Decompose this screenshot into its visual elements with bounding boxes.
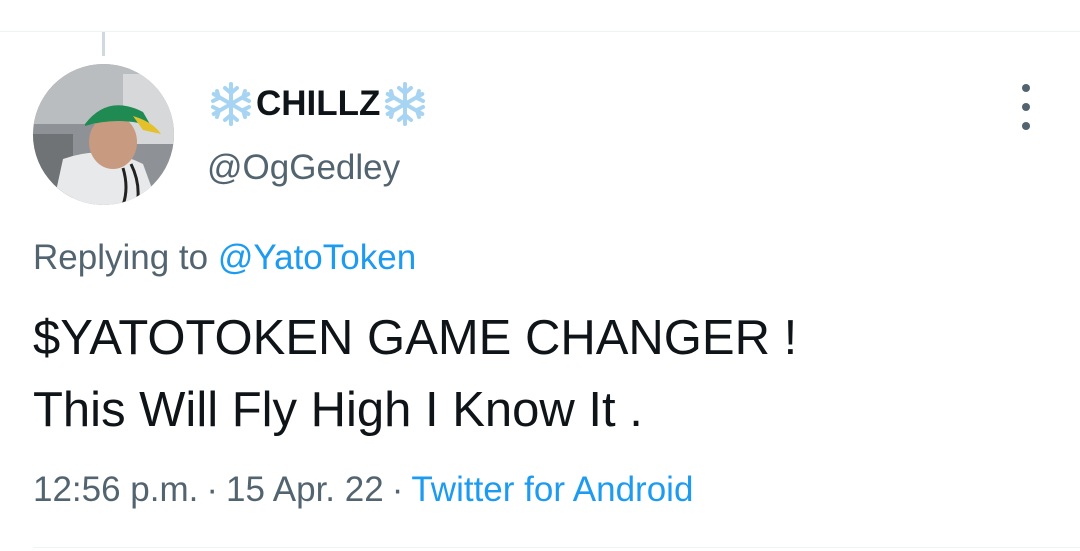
author-display-name[interactable]: CHILLZ (207, 80, 429, 128)
tweet-source-link[interactable]: Twitter for Android (411, 470, 693, 509)
snowflake-icon (381, 80, 429, 128)
meta-separator: · (391, 470, 404, 509)
tweet-text: $YATOTOKEN GAME CHANGER ! This Will Fly … (33, 311, 798, 437)
replying-to-label: Replying to (33, 238, 209, 277)
meta-separator: · (206, 470, 219, 509)
avatar-image (33, 64, 174, 205)
more-vertical-icon (1022, 84, 1030, 92)
reply-mention-link[interactable]: @YatoToken (218, 238, 416, 277)
replying-to: Replying to @YatoToken (33, 236, 416, 280)
bottom-divider (33, 547, 1080, 548)
more-vertical-icon-dot (1022, 122, 1030, 130)
tweet-date[interactable]: 15 Apr. 22 (226, 470, 384, 509)
tweet-time[interactable]: 12:56 p.m. (33, 470, 198, 509)
author-handle[interactable]: @OgGedley (207, 146, 400, 190)
author-name-text: CHILLZ (256, 84, 381, 123)
more-vertical-icon-dot (1022, 103, 1030, 111)
top-divider (0, 31, 1080, 32)
avatar[interactable] (33, 64, 174, 205)
snowflake-icon (207, 80, 255, 128)
more-options-button[interactable] (1008, 84, 1044, 130)
thread-connector-line (102, 32, 105, 56)
tweet-metadata: 12:56 p.m. · 15 Apr. 22 · Twitter for Androi… (33, 468, 693, 512)
